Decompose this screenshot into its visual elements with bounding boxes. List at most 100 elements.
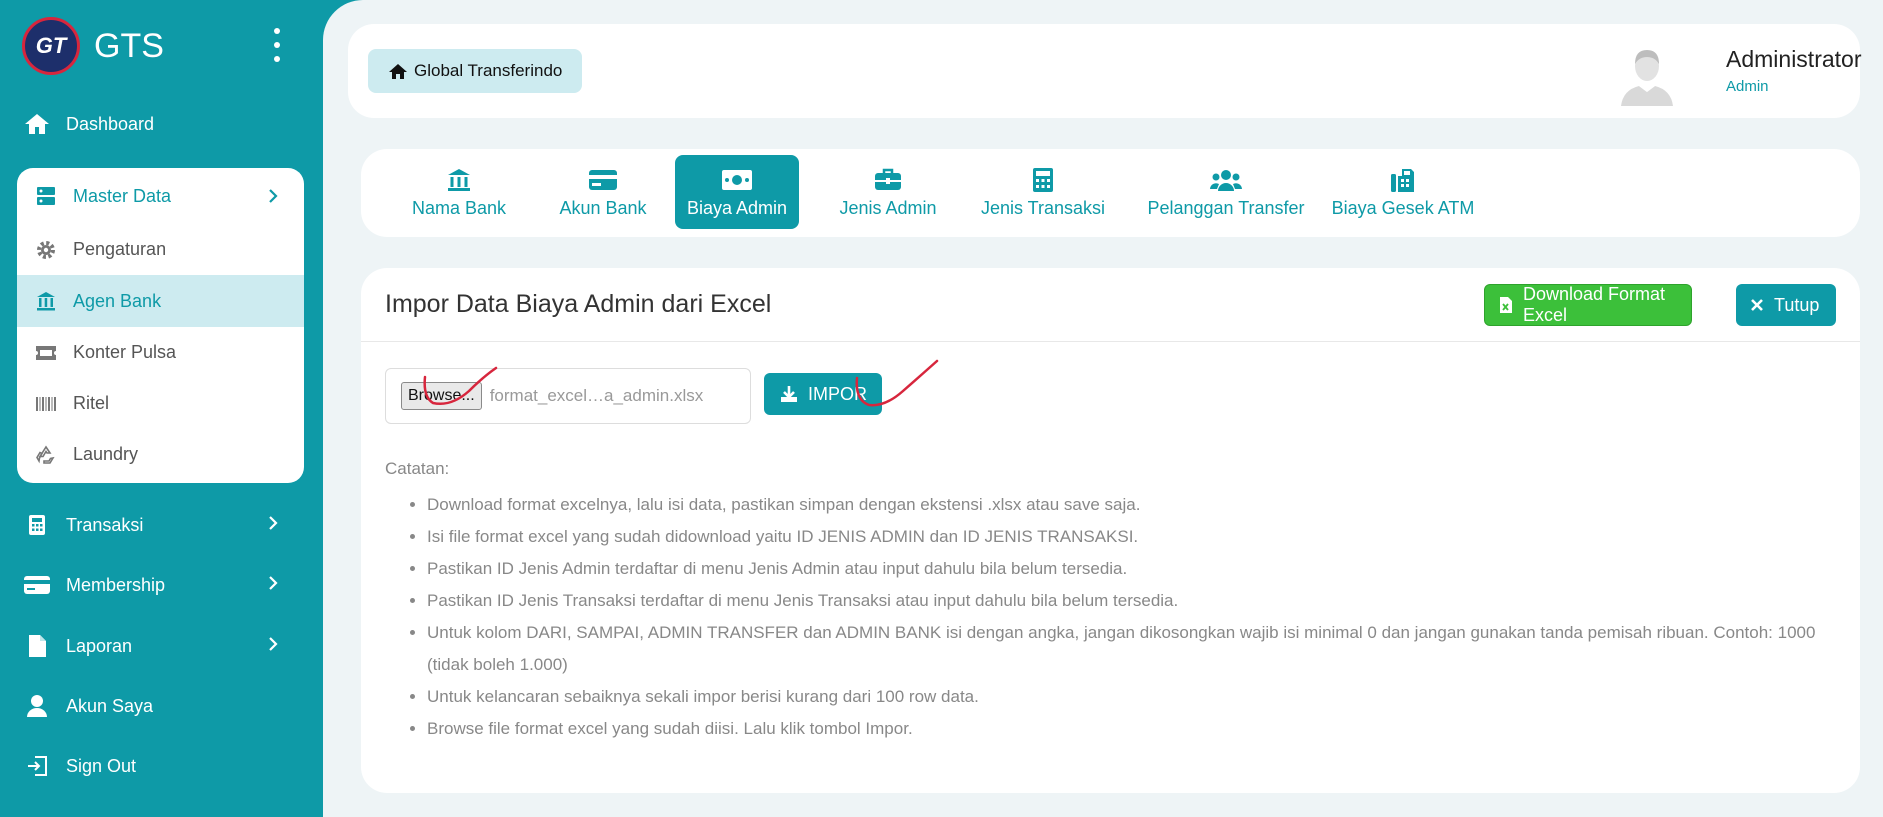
sidebar-item-akun-saya[interactable]: Akun Saya [22,684,302,728]
tab-label: Jenis Transaksi [980,197,1106,218]
bank-icon [446,166,472,194]
sign-out-icon [22,753,52,779]
list-item: Pastikan ID Jenis Transaksi terdaftar di… [427,585,1837,617]
kebab-menu-icon[interactable] [270,28,284,62]
sidebar-item-label: Laundry [73,444,139,464]
download-format-excel-button[interactable]: Download Format Excel [1484,284,1692,326]
file-excel-icon [1499,296,1513,314]
credit-card-icon [588,166,618,194]
chevron-right-icon [268,188,278,209]
browse-button[interactable]: Browse... [401,382,482,410]
list-item: Browse file format excel yang sudah diis… [427,713,1837,745]
sidebar-item-master-data[interactable]: Master Data [17,168,304,224]
sidebar-item-label: Sign Out [66,755,137,776]
tab-jenis-transaksi[interactable]: Jenis Transaksi [971,155,1115,229]
credit-card-icon [22,572,52,598]
bank-icon [33,289,59,313]
close-icon [1750,298,1764,312]
tab-label: Biaya Admin [686,197,788,218]
list-item: Download format excelnya, lalu isi data,… [427,489,1837,521]
import-card: Impor Data Biaya Admin dari Excel Downlo… [361,268,1860,793]
sidebar-item-label: Master Data [73,185,172,206]
tab-akun-bank[interactable]: Akun Bank [547,155,659,229]
sidebar-item-label: Transaksi [66,514,144,535]
brand-logo: GT [22,17,80,75]
sidebar-item-label: Agen Bank [73,290,162,311]
server-icon [33,184,59,208]
tab-jenis-admin[interactable]: Jenis Admin [829,155,947,229]
notes-list: Download format excelnya, lalu isi data,… [427,489,1837,745]
tab-label: Akun Bank [559,197,647,218]
sidebar-item-laporan[interactable]: Laporan [22,624,302,668]
file-input[interactable]: Browse... format_excel…a_admin.xlsx [385,368,751,424]
import-button[interactable]: IMPOR [764,373,882,415]
chevron-right-icon [268,515,278,536]
notes-title: Catatan: [385,459,450,478]
card-divider [361,341,1860,342]
tab-pelanggan-transfer[interactable]: Pelanggan Transfer [1141,155,1311,229]
top-bar: Global Transferindo Administrator Admin [348,24,1862,118]
download-icon [780,385,798,403]
chevron-right-icon [268,575,278,596]
recycle-icon [33,443,59,467]
selected-file-name: format_excel…a_admin.xlsx [489,386,704,405]
tab-label: Pelanggan Transfer [1147,197,1305,218]
fax-icon [1390,166,1416,194]
tab-label: Nama Bank [411,197,507,218]
card-title: Impor Data Biaya Admin dari Excel [385,290,772,318]
list-item: Untuk kolom DARI, SAMPAI, ADMIN TRANSFER… [427,617,1837,681]
list-item: Isi file format excel yang sudah didownl… [427,521,1837,553]
tab-label: Jenis Admin [839,197,937,218]
chevron-right-icon [268,636,278,657]
home-icon [22,111,52,137]
calculator-icon [1032,166,1054,194]
sidebar-item-pengaturan[interactable]: Pengaturan [17,224,304,275]
sidebar-item-ritel[interactable]: Ritel [17,378,304,429]
tab-biaya-gesek-atm[interactable]: Biaya Gesek ATM [1323,155,1483,229]
sidebar-item-dashboard[interactable]: Dashboard [22,102,302,146]
brand[interactable]: GT GTS [22,16,164,76]
download-format-excel-label: Download Format Excel [1523,284,1666,325]
list-item: Pastikan ID Jenis Admin terdaftar di men… [427,553,1837,585]
sidebar-item-agen-bank[interactable]: Agen Bank [17,275,304,327]
brand-name: GTS [94,26,164,65]
calculator-icon [22,512,52,538]
close-label: Tutup [1774,294,1820,315]
sidebar-item-label: Akun Saya [66,695,154,716]
list-item: Untuk kelancaran sebaiknya sekali impor … [427,681,1837,713]
close-button[interactable]: Tutup [1736,284,1836,326]
sidebar-item-transaksi[interactable]: Transaksi [22,503,302,547]
tab-bar: Nama Bank Akun Bank Biaya Admin Jenis Ad… [361,149,1860,237]
home-icon [388,63,408,80]
avatar[interactable] [1618,44,1676,106]
briefcase-icon [874,166,902,194]
sidebar-item-laundry[interactable]: Laundry [17,429,304,480]
ticket-icon [33,341,59,365]
user-name: Administrator [1726,46,1862,72]
sidebar-item-label: Laporan [66,635,133,656]
sidebar-item-membership[interactable]: Membership [22,563,302,607]
gear-icon [33,238,59,262]
sidebar-item-label: Dashboard [66,113,155,134]
users-icon [1209,166,1243,194]
user-icon [22,693,52,719]
sidebar-item-sign-out[interactable]: Sign Out [22,744,302,788]
sidebar: GT GTS Dashboard Master Data Pengaturan [0,0,323,817]
tab-nama-bank[interactable]: Nama Bank [401,155,517,229]
sidebar-item-label: Membership [66,574,166,595]
barcode-icon [33,392,59,416]
breadcrumb[interactable]: Global Transferindo [368,49,583,93]
brand-logo-text: GT [35,33,67,58]
breadcrumb-label: Global Transferindo [414,61,563,80]
main-content: Global Transferindo Administrator Admin … [323,0,1883,817]
import-label: IMPOR [808,383,868,404]
tab-biaya-admin[interactable]: Biaya Admin [675,155,799,229]
file-icon [22,633,52,659]
sidebar-item-label: Konter Pulsa [73,342,177,362]
sidebar-item-label: Ritel [73,393,110,413]
sidebar-item-konter-pulsa[interactable]: Konter Pulsa [17,327,304,378]
sidebar-item-label: Pengaturan [73,239,167,259]
user-role: Admin [1726,78,1769,95]
money-bill-icon [721,166,753,194]
master-data-submenu: Master Data Pengaturan Agen Bank Konter … [17,168,304,483]
